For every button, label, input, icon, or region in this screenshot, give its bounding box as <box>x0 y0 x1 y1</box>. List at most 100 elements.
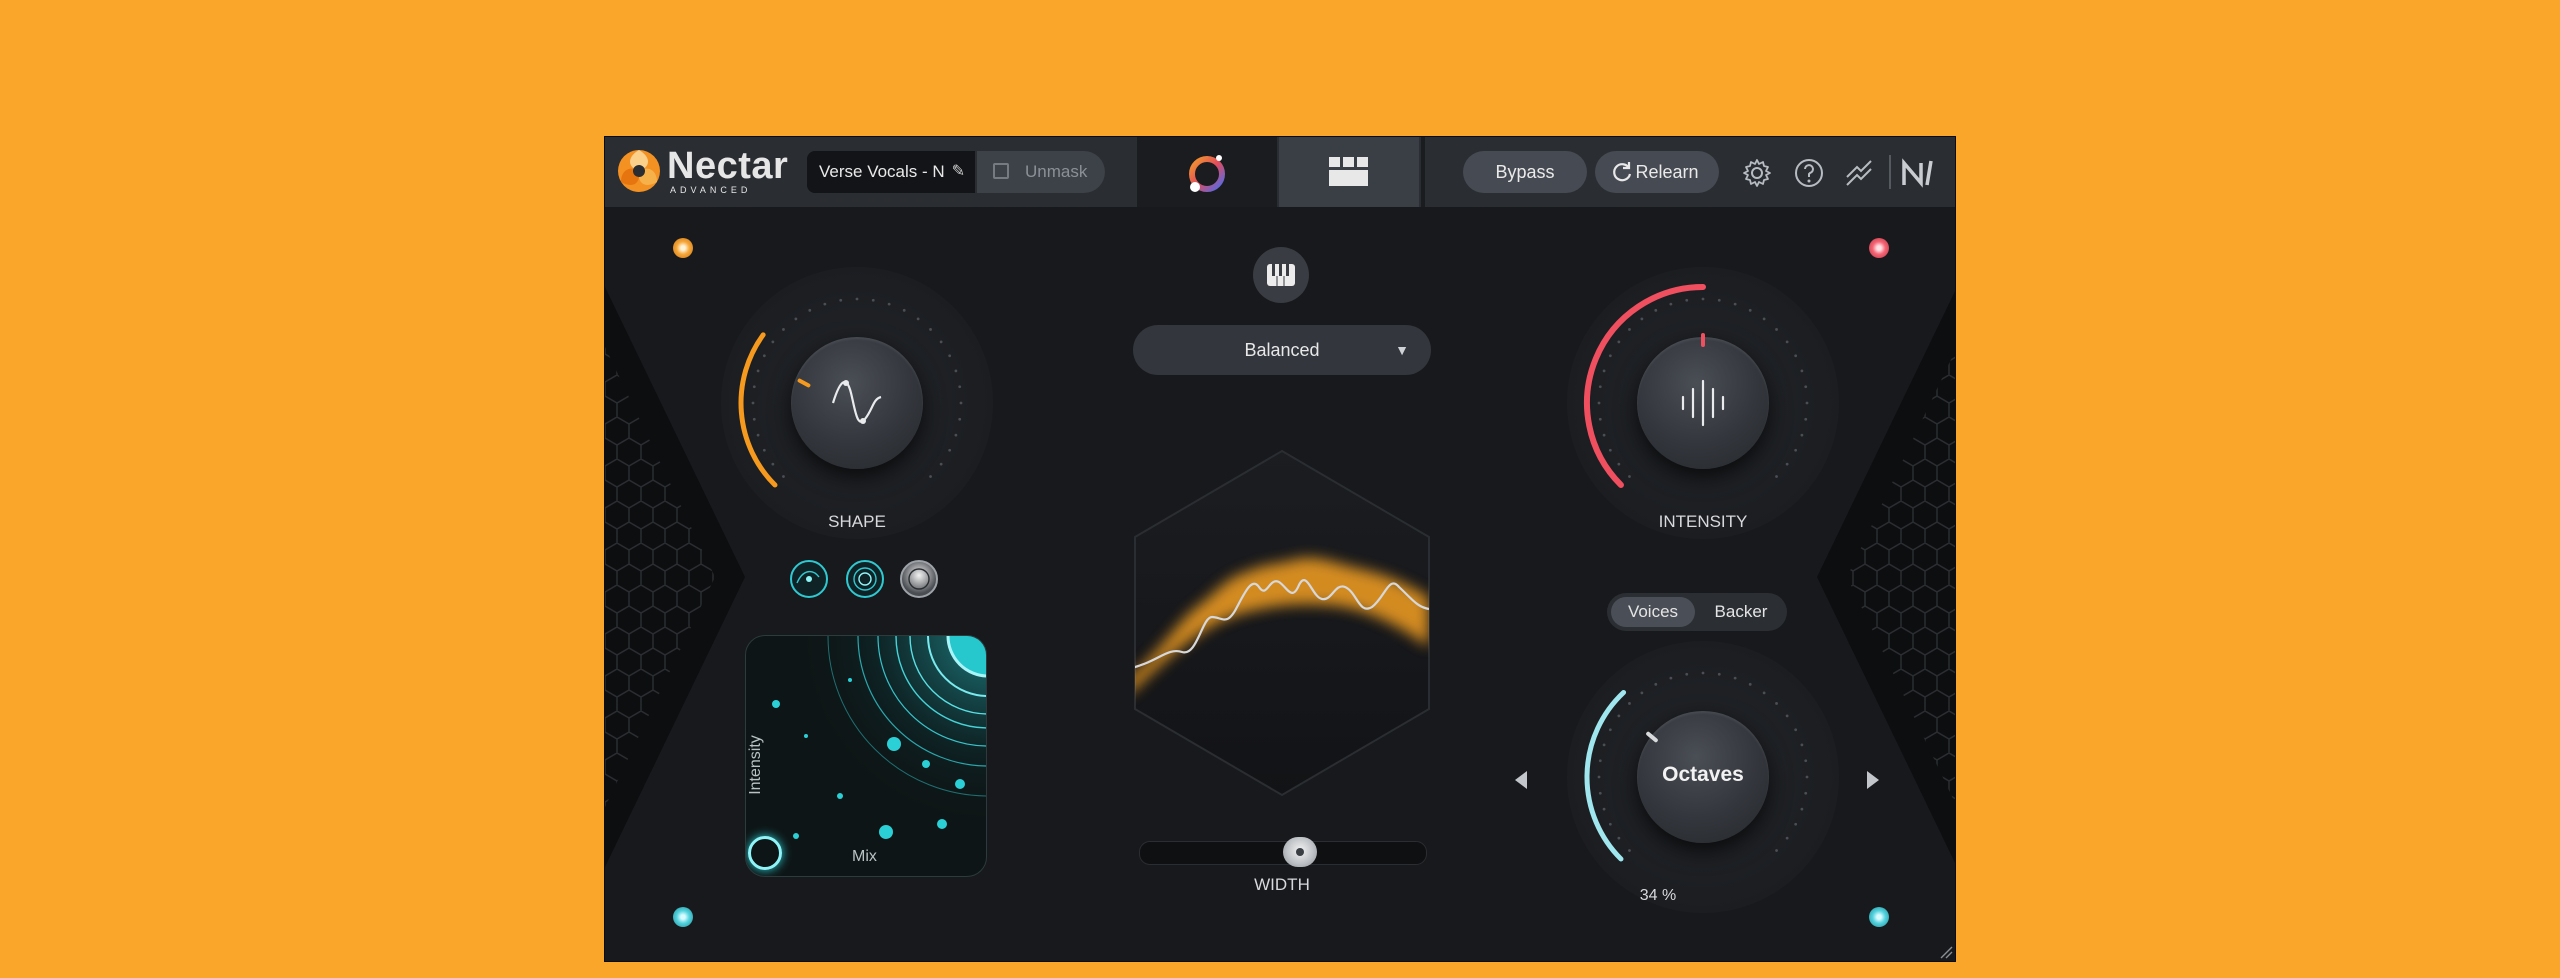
ni-logo-icon <box>1902 158 1933 188</box>
preset-name-field[interactable]: Verse Vocals - N ✎ <box>807 151 975 193</box>
knob-tick <box>1785 462 1789 466</box>
intensity-label: INTENSITY <box>1658 512 1748 531</box>
knob-tick <box>1794 728 1798 732</box>
voices-backer-toggle[interactable]: Voices Backer <box>1607 593 1787 631</box>
knob-tick <box>1748 308 1752 312</box>
pad-led <box>673 907 693 927</box>
mode-2-icon[interactable] <box>845 559 885 599</box>
keyboard-button[interactable] <box>1253 247 1309 303</box>
tab-assistant[interactable] <box>1137 137 1277 207</box>
resize-handle-icon[interactable] <box>1939 945 1953 959</box>
pad-handle[interactable] <box>748 836 782 870</box>
backer-option[interactable]: Backer <box>1699 597 1783 627</box>
knob-tick <box>1640 691 1644 695</box>
next-arrow-icon[interactable] <box>1867 771 1879 789</box>
knob-tick <box>751 401 755 405</box>
pad-orbit-graphic <box>746 636 986 876</box>
knob-tick <box>1685 672 1689 676</box>
knob-tick <box>954 433 958 437</box>
width-slider-thumb[interactable] <box>1282 837 1317 867</box>
mode-3-icon[interactable] <box>899 559 939 599</box>
knob-tick <box>916 317 920 321</box>
bypass-button[interactable]: Bypass <box>1463 151 1587 193</box>
relearn-label: Relearn <box>1635 162 1699 182</box>
knob-tick <box>939 462 943 466</box>
knob-value-arc <box>738 332 778 488</box>
pad-y-label: Intensity <box>746 735 764 795</box>
knob-tick <box>939 340 943 344</box>
intensity-led <box>1869 238 1889 258</box>
mode-1-icon[interactable] <box>789 559 829 599</box>
knob-tick <box>1775 328 1778 331</box>
knob-tick <box>1685 298 1689 302</box>
knob-tick <box>1748 682 1752 686</box>
knob-tick <box>1608 728 1612 732</box>
knob-tick <box>1804 759 1808 763</box>
refresh-icon <box>1613 162 1632 182</box>
link-icon[interactable] <box>1843 157 1875 189</box>
voice-percent: 34 % <box>1639 887 1677 904</box>
knob-tick <box>871 298 875 302</box>
knob-tick <box>756 369 760 373</box>
knob-tick <box>1608 448 1612 452</box>
knob-tick <box>1598 417 1602 421</box>
logo-subtitle: ADVANCED <box>670 185 752 195</box>
nectar-logo-icon <box>618 150 660 192</box>
knob-tick <box>1775 702 1778 705</box>
shape-led <box>673 238 693 258</box>
gear-icon[interactable] <box>1741 157 1773 189</box>
unmask-button[interactable]: Unmask <box>977 151 1105 193</box>
piano-icon <box>1267 264 1295 286</box>
knob-tick <box>1785 340 1789 344</box>
knob-tick <box>1617 462 1621 466</box>
knob-tick <box>1669 302 1673 306</box>
knob-tick <box>1785 714 1789 718</box>
voice-knob-value: Octaves <box>1662 763 1744 786</box>
xy-pad[interactable]: Intensity Mix <box>745 635 987 877</box>
knob-tick <box>1800 743 1804 747</box>
knob-tick <box>1775 475 1778 478</box>
knob-tick <box>762 448 766 452</box>
help-icon[interactable] <box>1793 157 1825 189</box>
knob-tick <box>1617 340 1621 344</box>
knob-tick <box>1598 385 1602 389</box>
knob-tick <box>756 433 760 437</box>
knob-tick <box>771 340 775 344</box>
knob-tick <box>1608 822 1612 826</box>
knob-tick <box>1794 354 1798 358</box>
knob-tick <box>1602 807 1606 811</box>
spectrum-hexagon <box>1134 449 1430 797</box>
nectar-plugin-window: Nectar ADVANCED Verse Vocals - N ✎ Unmas… <box>604 136 1956 962</box>
knob-tick <box>1701 671 1705 675</box>
top-bar: Nectar ADVANCED Verse Vocals - N ✎ Unmas… <box>605 137 1955 207</box>
unmask-icon <box>993 163 1009 179</box>
style-dropdown[interactable]: Balanced ▼ <box>1133 325 1431 375</box>
style-value: Balanced <box>1244 340 1320 360</box>
voice-led <box>1869 907 1889 927</box>
knob-tick <box>782 475 785 478</box>
knob-tick <box>1733 302 1737 306</box>
pencil-icon[interactable]: ✎ <box>952 151 965 193</box>
knob-tick <box>1805 775 1809 779</box>
knob-tick <box>823 302 827 306</box>
knob-tick <box>1597 401 1601 405</box>
knob-tick <box>1628 849 1631 852</box>
tab-modules[interactable] <box>1279 137 1419 207</box>
voices-option[interactable]: Voices <box>1611 597 1695 627</box>
knob-tick <box>1804 417 1808 421</box>
pad-x-label: Mix <box>852 848 877 865</box>
knob-tick <box>771 462 775 466</box>
knob-tick <box>1717 672 1721 676</box>
waveform-icon <box>1681 379 1725 427</box>
knob-tick <box>948 354 952 358</box>
relearn-button[interactable]: Relearn <box>1595 151 1719 193</box>
knob-tick <box>752 417 756 421</box>
knob-tick <box>887 302 891 306</box>
knob-tick <box>902 308 906 312</box>
knob-tick <box>958 417 962 421</box>
assistant-orb-icon <box>1189 155 1225 192</box>
knob-tick <box>1800 807 1804 811</box>
knob-tick <box>959 401 963 405</box>
previous-arrow-icon[interactable] <box>1515 771 1527 789</box>
knob-tick <box>1602 369 1606 373</box>
